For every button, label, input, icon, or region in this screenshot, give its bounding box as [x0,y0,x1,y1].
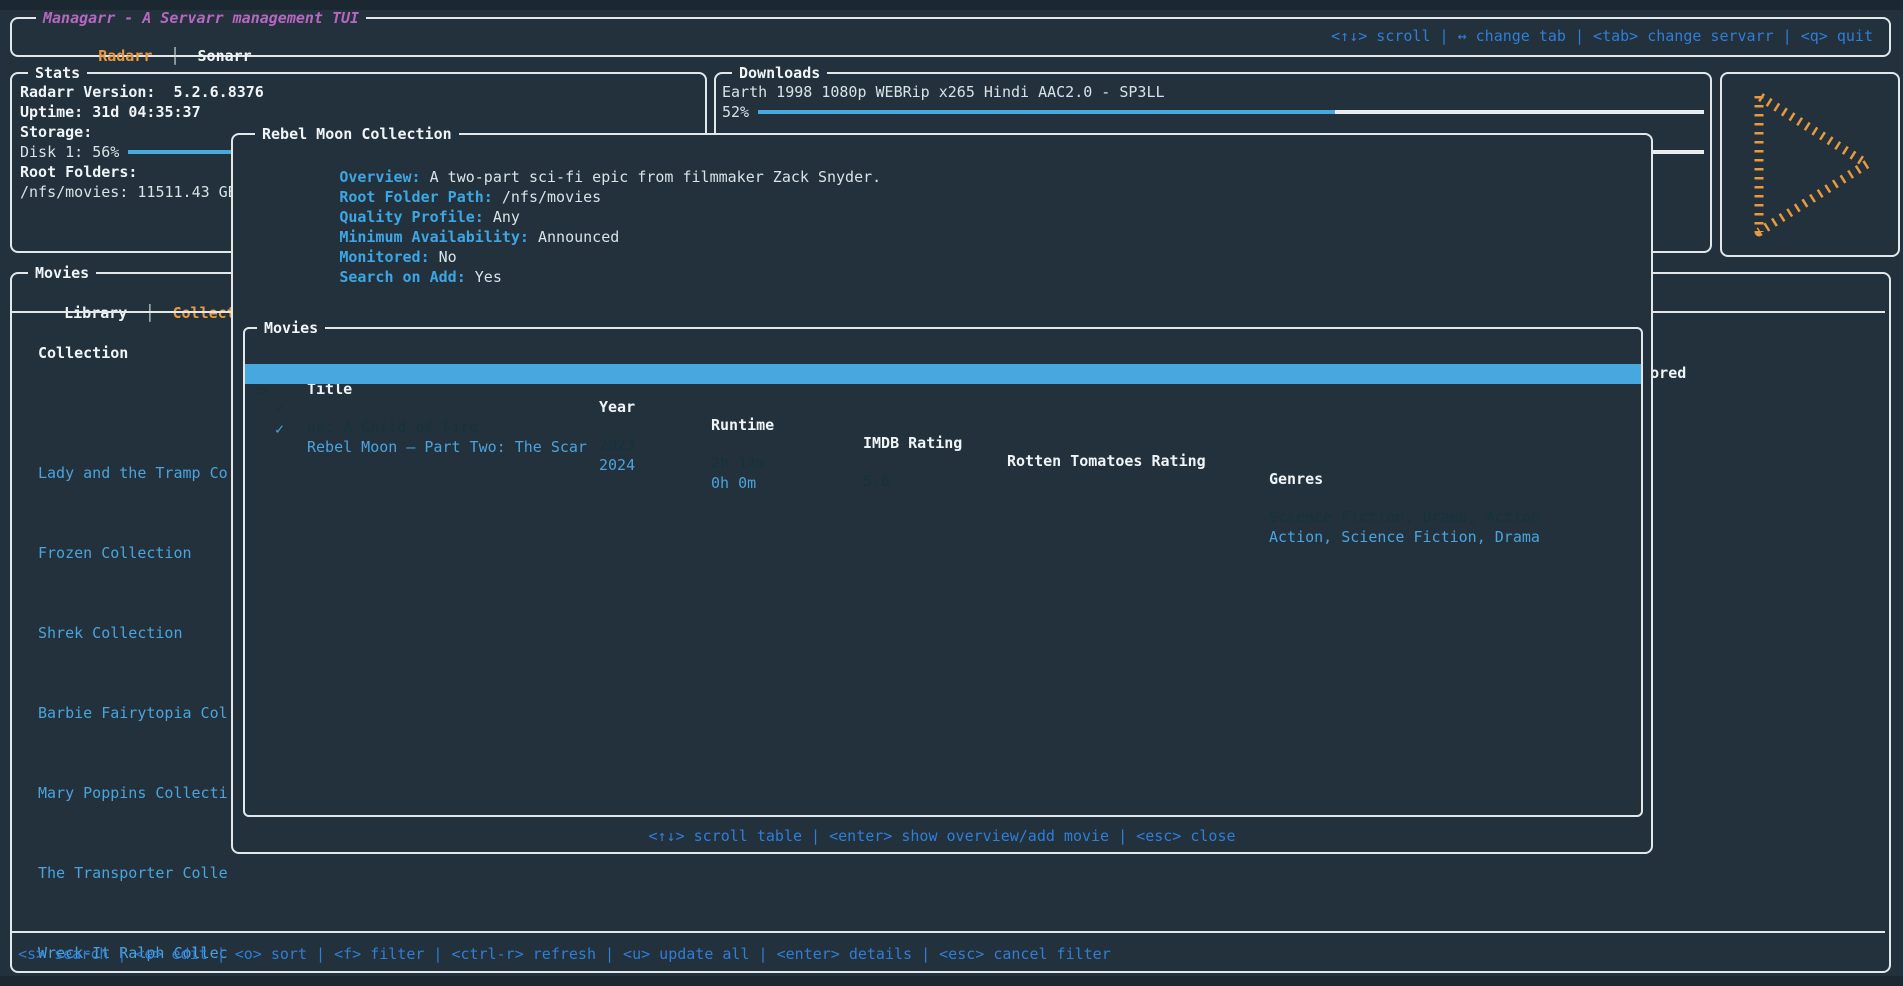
collection-name: Lady and the Tramp Co [38,463,228,483]
field-space [529,228,538,246]
header-rotten-tomatoes-rating: Rotten Tomatoes Rating [1007,452,1206,470]
tab-radarr[interactable]: Radarr [98,47,152,65]
radarr-version: Radarr Version: 5.2.6.8376 [20,82,697,102]
modal-field-label: Quality Profile: [339,208,484,226]
tab-sonarr[interactable]: Sonarr [198,47,252,65]
field-space [466,268,475,286]
movies-panel-title: Movies [28,263,96,283]
modal-field-value: Any [493,208,520,226]
modal-title: Rebel Moon Collection [255,124,459,144]
collection-name: Shrek Collection [38,623,183,643]
downloads-panel-title: Downloads [732,63,827,83]
movie-runtime: 0h 0m [711,474,756,492]
download-percent: 52% [722,103,749,121]
collection-row[interactable]: Wreck-It Ralph Collec [12,903,1885,923]
movies-table-rows: => ✓ ne: A Child of Fire 2023 2h 14m 5.6… [245,364,1641,404]
modal-field: Overview: A two-part sci-fi epic from fi… [249,147,881,167]
modal-field-label: Minimum Availability: [339,228,529,246]
stats-panel-title: Stats [28,63,87,83]
movie-year: 2023 [599,436,635,454]
collection-name: Barbie Fairytopia Col [38,703,228,723]
movie-imdb-rating: 5.6 [863,472,890,490]
movie-year: 2024 [599,456,635,474]
field-space [493,188,502,206]
terminal-edge-bottom [0,976,1903,986]
collection-name: Mary Poppins Collecti [38,783,228,803]
modal-field-value: Announced [538,228,619,246]
modal-field-value: A two-part sci-fi epic from filmmaker Za… [430,168,882,186]
modal-field-value: /nfs/movies [502,188,601,206]
modal-fields: Overview: A two-part sci-fi epic from fi… [249,147,881,267]
terminal-edge-top [0,0,1903,10]
modal-field-label: Search on Add: [339,268,465,286]
modal-movies-table: Movies ✓ Title Year Runtime IMDB Rating … [243,327,1643,817]
field-space [430,248,439,266]
header-imdb-rating: IMDB Rating [863,434,962,452]
collection-name: Frozen Collection [38,543,192,563]
tabs-space2 [154,304,172,322]
movie-row[interactable]: => ✓ ne: A Child of Fire 2023 2h 14m 5.6… [245,364,1641,384]
modal-field-label: Root Folder Path: [339,188,493,206]
collection-name: The Transporter Colle [38,863,228,883]
collections-keybindings: <s> search | <e> edit | <o> sort | <f> f… [18,944,1111,964]
tabs-space1 [127,304,145,322]
collection-details-modal: Rebel Moon Collection Overview: A two-pa… [231,133,1653,854]
movie-runtime: 2h 14m [711,454,765,472]
uptime: Uptime: 31d 04:35:37 [20,102,697,122]
header-runtime: Runtime [711,416,774,434]
movie-title: Rebel Moon – Part Two: The Scar [307,438,587,456]
modal-movies-table-title: Movies [257,318,325,338]
keybar-separator-line [12,931,1885,933]
managarr-app: Managarr - A Servarr management TUI Rada… [0,0,1903,986]
disk-usage-label: Disk 1: 56% [20,143,119,161]
download-name: Earth 1998 1080p WEBRip x265 Hindi AAC2.… [722,82,1704,102]
field-space [421,168,430,186]
movies-table-header-row: ✓ Title Year Runtime IMDB Rating Rotten … [245,344,1641,364]
modal-field-label: Overview: [339,168,420,186]
tab-library[interactable]: Library [64,304,127,322]
download-progress-row: 52% [722,102,1704,122]
header-genres: Genres [1269,470,1323,488]
download-progress-gauge [758,110,1704,114]
topbar: Managarr - A Servarr management TUI Rada… [10,17,1891,57]
modal-field-value: Yes [475,268,502,286]
download-item[interactable]: Earth 1998 1080p WEBRip x265 Hindi AAC2.… [722,82,1704,122]
movie-monitored-check: ✓ [275,420,284,438]
field-space [484,208,493,226]
logo-panel [1720,72,1900,257]
modal-field-label: Monitored: [339,248,429,266]
movie-row[interactable]: ✓ Rebel Moon – Part Two: The Scar 2024 0… [245,384,1641,404]
app-title: Managarr - A Servarr management TUI [36,8,366,28]
movie-genres: Action, Science Fiction, Drama [1269,528,1540,546]
modal-keybindings: <↑↓> scroll table | <enter> show overvie… [233,826,1651,846]
topbar-keybindings: <↑↓> scroll | ↔ change tab | <tab> chang… [1331,26,1873,46]
movie-genres: Science Fiction, Drama, Action [1269,508,1540,526]
managarr-play-logo-icon [1735,82,1885,247]
modal-field-value: No [439,248,457,266]
tab-separator2 [179,47,197,65]
tab-separator [152,47,170,65]
